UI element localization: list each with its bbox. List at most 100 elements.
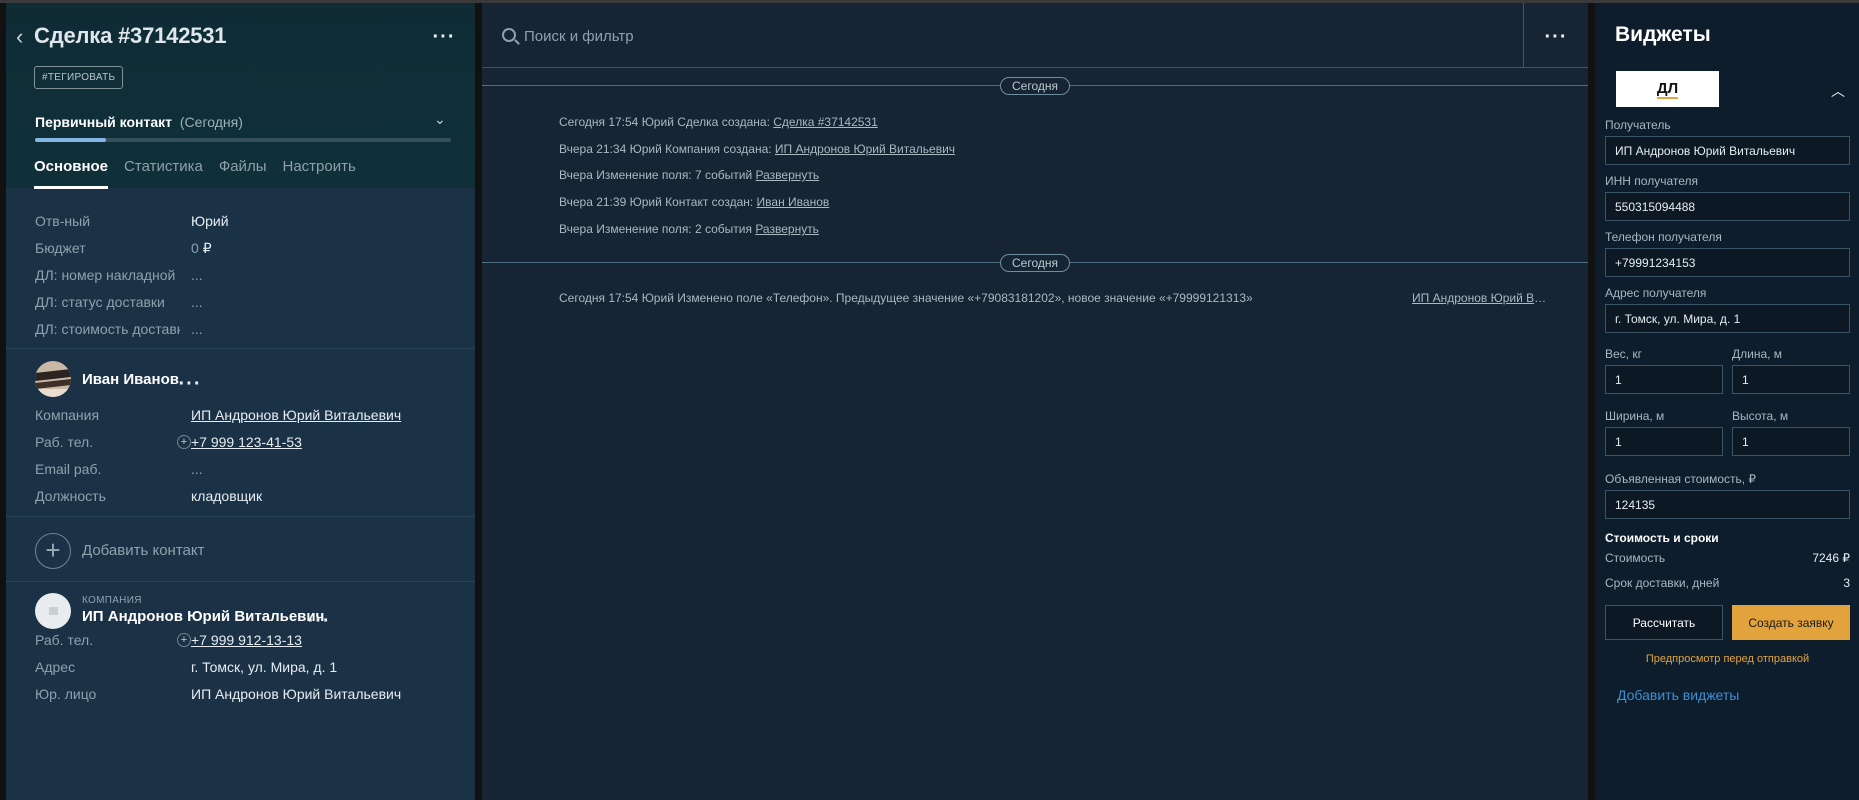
field-label: ДЛ: стоимость доставки [35, 321, 180, 337]
event-text: Вчера Изменение поля: 7 событий [559, 168, 756, 182]
event-link[interactable]: Сделка #37142531 [773, 115, 878, 129]
field-value[interactable]: ИП Андронов Юрий Витальевич [191, 684, 401, 704]
feed-event: Сегодня 17:54 Юрий Сделка создана: Сделк… [559, 115, 878, 129]
event-text: Вчера 21:39 Юрий Контакт создан: [559, 195, 757, 209]
app-window: ‹ Сделка #37142531 ··· #ТЕГИРОВАТЬ Перви… [0, 0, 1859, 800]
field-value[interactable]: +7 999 123-41-53 [191, 432, 302, 452]
day-label: Сегодня [1000, 254, 1070, 272]
stage-progress-fill [35, 138, 106, 142]
feed-event: Вчера 21:34 Юрий Компания создана: ИП Ан… [559, 142, 955, 156]
height-input[interactable] [1732, 427, 1850, 456]
tab-statistics[interactable]: Статистика [124, 158, 203, 189]
recipient-input[interactable] [1605, 136, 1850, 165]
contact-more-icon[interactable]: ··· [178, 374, 202, 397]
deal-card-panel: ‹ Сделка #37142531 ··· #ТЕГИРОВАТЬ Перви… [6, 3, 475, 800]
tab-main[interactable]: Основное [34, 158, 109, 189]
feed-event: Вчера Изменение поля: 2 события Разверну… [559, 222, 819, 236]
width-input[interactable] [1605, 427, 1723, 456]
tag-button[interactable]: #ТЕГИРОВАТЬ [34, 66, 124, 89]
field-label: Раб. тел. [35, 632, 94, 648]
event-text: Вчера 21:34 Юрий Компания создана: [559, 142, 775, 156]
field-label: Адрес [35, 659, 76, 675]
back-arrow-icon[interactable]: ‹ [16, 26, 36, 48]
field-label: Отв-ный [35, 213, 91, 229]
recipient-label: Получатель [1605, 118, 1671, 132]
length-input[interactable] [1732, 365, 1850, 394]
cost-value: 7246 ₽ [1812, 551, 1850, 565]
stage-progress [35, 138, 451, 142]
field-value[interactable]: ИП Андронов Юрий Витальевич [191, 405, 401, 425]
address-input[interactable] [1605, 304, 1850, 333]
activity-feed: ··· Сегодня Сегодня 17:54 Юрий Сделка со… [482, 3, 1588, 800]
company-avatar[interactable] [35, 593, 71, 629]
weight-label: Вес, кг [1605, 347, 1642, 361]
add-widgets-link[interactable]: Добавить виджеты [1617, 687, 1739, 703]
feed-event: Вчера Изменение поля: 7 событий Разверну… [559, 168, 819, 182]
event-link[interactable]: Иван Иванов [757, 195, 830, 209]
inn-input[interactable] [1605, 192, 1850, 221]
field-value[interactable]: 0 ₽ [191, 238, 212, 258]
contact-avatar[interactable] [35, 361, 71, 397]
day-label: Сегодня [1000, 77, 1070, 95]
field-value[interactable]: кладовщик [191, 486, 262, 506]
field-value[interactable]: ... [191, 319, 203, 339]
stage-name: Первичный контакт [35, 114, 172, 130]
company-name[interactable]: ИП Андронов Юрий Витальевич [82, 608, 324, 625]
deal-tabs: Основное Статистика Файлы Настроить [34, 158, 372, 189]
widgets-title: Виджеты [1615, 23, 1711, 46]
search-icon [502, 28, 516, 42]
field-label: Должность [35, 488, 106, 504]
add-contact-icon[interactable]: + [35, 533, 71, 569]
inn-label: ИНН получателя [1605, 174, 1698, 188]
search-input[interactable] [524, 21, 1324, 51]
tab-files[interactable]: Файлы [219, 158, 267, 189]
company-more-icon[interactable]: ··· [307, 611, 331, 634]
address-label: Адрес получателя [1605, 286, 1707, 300]
calculate-button[interactable]: Рассчитать [1605, 605, 1723, 640]
deal-more-icon[interactable]: ··· [432, 27, 456, 50]
expand-link[interactable]: Развернуть [756, 168, 820, 182]
cost-label: Стоимость [1605, 551, 1666, 565]
declared-value-input[interactable] [1605, 490, 1850, 519]
width-label: Ширина, м [1605, 409, 1665, 423]
expand-link[interactable]: Развернуть [755, 222, 819, 236]
add-phone-icon[interactable]: + [177, 435, 191, 449]
add-phone-icon[interactable]: + [177, 633, 191, 647]
feed-event-change: Сегодня 17:54 Юрий Изменено поле «Телефо… [559, 291, 1253, 305]
budget-amount: 0 [191, 240, 199, 256]
logo-text: ДЛ [1656, 80, 1679, 99]
field-label: Бюджет [35, 240, 86, 256]
event-text: Вчера Изменение поля: 2 события [559, 222, 756, 236]
field-label: Раб. тел. [35, 434, 94, 450]
field-value[interactable]: г. Томск, ул. Мира, д. 1 [191, 657, 337, 677]
field-value[interactable]: ... [191, 292, 203, 312]
contact-name[interactable]: Иван Иванов [82, 371, 179, 388]
divider [6, 516, 475, 517]
search-bar: ··· [482, 3, 1588, 68]
field-value[interactable]: ... [191, 265, 203, 285]
feed-event: Вчера 21:39 Юрий Контакт создан: Иван Ив… [559, 195, 829, 209]
height-label: Высота, м [1732, 409, 1789, 423]
delivery-days-value: 3 [1843, 576, 1850, 590]
create-request-button[interactable]: Создать заявку [1732, 605, 1850, 640]
pipeline-stage[interactable]: Первичный контакт (Сегодня) [35, 114, 243, 130]
field-value[interactable]: ... [191, 459, 203, 479]
add-contact-button[interactable]: Добавить контакт [82, 542, 204, 559]
divider [6, 581, 475, 582]
event-entity-link[interactable]: ИП Андронов Юрий Витальевич [1412, 291, 1552, 305]
declared-value-label: Объявленная стоимость, ₽ [1605, 472, 1757, 486]
field-label: ДЛ: статус доставки [35, 294, 165, 310]
phone-input[interactable] [1605, 248, 1850, 277]
company-kind: КОМПАНИЯ [82, 595, 142, 606]
chevron-down-icon[interactable]: ⌄ [434, 111, 446, 128]
phone-label: Телефон получателя [1605, 230, 1722, 244]
length-label: Длина, м [1732, 347, 1783, 361]
tab-settings[interactable]: Настроить [282, 158, 355, 189]
field-value[interactable]: Юрий [191, 211, 229, 231]
field-value[interactable]: +7 999 912-13-13 [191, 630, 302, 650]
weight-input[interactable] [1605, 365, 1723, 394]
preview-link[interactable]: Предпросмотр перед отправкой [1605, 653, 1850, 665]
chevron-up-icon[interactable]: ︿ [1831, 81, 1845, 101]
event-link[interactable]: ИП Андронов Юрий Витальевич [775, 142, 955, 156]
feed-more-icon[interactable]: ··· [1544, 27, 1568, 50]
